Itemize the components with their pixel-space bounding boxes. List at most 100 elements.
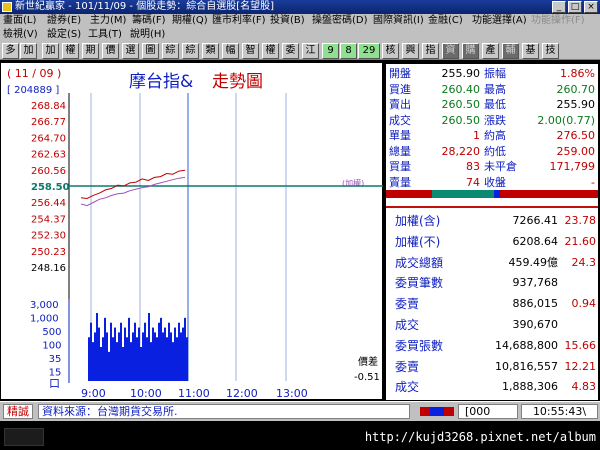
index-change: 0.94 bbox=[571, 297, 597, 311]
toolbar-button[interactable]: 多 bbox=[2, 43, 19, 59]
quote-row: 成交 260.50 漲跌 2.00(0.77) bbox=[386, 113, 598, 128]
quote-label: 賣量 bbox=[389, 175, 411, 189]
price-tick-label: 266.77 bbox=[31, 117, 66, 128]
quote-value: 260.50 bbox=[441, 98, 481, 111]
title-bar: 新世紀贏家 - 101/11/09 - 個股走勢：綜合自選股[名望股] _ □ … bbox=[0, 0, 600, 14]
menu-item-finance[interactable]: 金融(C) bbox=[428, 14, 463, 28]
toolbar-button[interactable]: 核 bbox=[382, 43, 399, 59]
toolbar-button[interactable]: 權 bbox=[262, 43, 279, 59]
spread-value: -0.51 bbox=[354, 372, 380, 383]
menu-item-screen[interactable]: 畫面(L) bbox=[3, 14, 36, 28]
toolbar-button[interactable]: 類 bbox=[202, 43, 219, 59]
minimize-button[interactable]: _ bbox=[552, 1, 566, 13]
toolbar-button[interactable]: 29 bbox=[358, 43, 380, 59]
index-change: 24.3 bbox=[571, 255, 597, 269]
quote-row: 賣量 74 收盤 - bbox=[386, 175, 598, 190]
quote-label: 最高 bbox=[484, 82, 506, 96]
menu-item-view[interactable]: 檢視(V) bbox=[3, 28, 38, 42]
quote-label: 約低 bbox=[484, 144, 506, 158]
clock: 10:55:43\ bbox=[521, 404, 598, 419]
time-label: 9:00 bbox=[81, 387, 106, 400]
market-index-panel: 加權(含) 7266.41 23.78 加權(不) 6208.64 21.60 成交總額 45… bbox=[386, 206, 598, 400]
menu-item-trading-code[interactable]: 操盤密碼(D) bbox=[312, 14, 368, 28]
toolbar-button[interactable]: 智 bbox=[242, 43, 259, 59]
toolbar-button[interactable]: 綜 bbox=[182, 43, 199, 59]
chart-canvas: ( 11 / 09 ) [ 204889 ] 摩台指& 走勢圖 (加權) 價差 … bbox=[7, 67, 383, 400]
toolbar-button[interactable]: 興 bbox=[402, 43, 419, 59]
toolbar-button[interactable]: 指 bbox=[422, 43, 439, 59]
quote-label: 單量 bbox=[389, 129, 411, 142]
time-label: 13:00 bbox=[276, 387, 308, 400]
flow-bar-segment bbox=[386, 190, 432, 198]
toolbar-button[interactable]: 加 bbox=[42, 43, 59, 59]
chart-title: 走勢圖 bbox=[212, 72, 263, 92]
broker-tag: 精誠 bbox=[3, 404, 33, 419]
close-button[interactable]: × bbox=[584, 1, 598, 13]
toolbar-button[interactable]: 委 bbox=[282, 43, 299, 59]
quote-value: 260.40 bbox=[441, 82, 481, 96]
menu-item-international[interactable]: 國際資訊(I) bbox=[373, 14, 424, 28]
menu-item-main-force[interactable]: 主力(M) bbox=[90, 14, 126, 28]
quote-row: 買進 260.40 最高 260.70 bbox=[386, 82, 598, 97]
menu-item-securities[interactable]: 證券(E) bbox=[47, 14, 81, 28]
menu-item-function-select[interactable]: 功能選擇(A) bbox=[472, 14, 527, 28]
index-change: 15.66 bbox=[564, 338, 597, 352]
toolbar-button[interactable]: 資 bbox=[442, 43, 459, 59]
index-change: 12.21 bbox=[564, 359, 597, 373]
maximize-button[interactable]: □ bbox=[568, 1, 582, 13]
quote-value: 1 bbox=[473, 129, 480, 142]
menu-item-futures-options[interactable]: 期權(Q) bbox=[172, 14, 208, 28]
toolbar-button[interactable]: 加 bbox=[20, 43, 37, 59]
toolbar-button[interactable]: 江 bbox=[302, 43, 319, 59]
index-row: 加權(含) 7266.41 23.78 bbox=[386, 210, 598, 232]
toolbar-button[interactable]: 購 bbox=[462, 43, 479, 59]
toolbar-button[interactable]: 綜 bbox=[162, 43, 179, 59]
menu-item-settings[interactable]: 設定(S) bbox=[47, 28, 81, 42]
intraday-chart[interactable]: ( 11 / 09 ) [ 204889 ] 摩台指& 走勢圖 (加權) 價差 … bbox=[0, 62, 383, 400]
start-button[interactable] bbox=[4, 428, 44, 446]
toolbar-button[interactable]: 幅 bbox=[222, 43, 239, 59]
status-bar: 精誠 資料來源：台灣期貨交易所. [000 10:55:43\ bbox=[0, 401, 600, 421]
quote-value: 255.90 bbox=[556, 98, 596, 111]
toolbar-button[interactable]: 技 bbox=[542, 43, 559, 59]
index-change: 21.60 bbox=[564, 234, 597, 248]
menu-item-help[interactable]: 說明(H) bbox=[130, 28, 165, 42]
time-label: 10:00 bbox=[130, 387, 162, 400]
index-label: 成交 bbox=[395, 318, 420, 332]
quote-value: 260.50 bbox=[441, 113, 481, 127]
menu-item-fx-rate[interactable]: 匯市利率(F) bbox=[212, 14, 266, 28]
toolbar-button[interactable]: 圖 bbox=[142, 43, 159, 59]
quote-value: 171,799 bbox=[549, 160, 596, 173]
toolbar-button[interactable]: 輔 bbox=[502, 43, 519, 59]
index-value: 886,015 bbox=[512, 297, 559, 311]
price-tick-label: 260.56 bbox=[31, 166, 66, 177]
menu-item-investment[interactable]: 投資(B) bbox=[270, 14, 305, 28]
flow-bar-segment bbox=[432, 190, 494, 198]
toolbar-button[interactable]: 基 bbox=[522, 43, 539, 59]
data-source: 資料來源：台灣期貨交易所. bbox=[38, 404, 410, 419]
quote-value: 260.70 bbox=[556, 82, 596, 96]
price-tick-label: 252.30 bbox=[31, 231, 66, 242]
index-change: 23.78 bbox=[564, 214, 597, 227]
toolbar: 多 加 加 權 期 價 選 圖 綜 綜 類 幅 智 權 委 江 9 8 29 核… bbox=[0, 42, 600, 60]
menu-item-chips[interactable]: 籌碼(F) bbox=[132, 14, 166, 28]
menu-item-function-ops[interactable]: 功能操作(F) bbox=[531, 14, 585, 28]
connection-indicator bbox=[420, 407, 454, 416]
menu-item-tools[interactable]: 工具(T) bbox=[88, 28, 122, 42]
volume-tick-label: 35 bbox=[49, 354, 62, 365]
index-value: 6208.64 bbox=[512, 234, 559, 248]
spread-label: 價差 bbox=[358, 355, 378, 368]
quote-value: 259.00 bbox=[556, 144, 596, 158]
toolbar-button[interactable]: 8 bbox=[340, 43, 357, 59]
price-tick-label: 258.50 bbox=[31, 182, 70, 193]
toolbar-button[interactable]: 期 bbox=[82, 43, 99, 59]
toolbar-button[interactable]: 權 bbox=[62, 43, 79, 59]
toolbar-button[interactable]: 9 bbox=[322, 43, 339, 59]
flow-bar-segment bbox=[500, 190, 598, 198]
toolbar-button[interactable]: 產 bbox=[482, 43, 499, 59]
quote-value: 1.86% bbox=[560, 67, 595, 80]
toolbar-button[interactable]: 價 bbox=[102, 43, 119, 59]
volume-tick-label: 1,000 bbox=[30, 314, 59, 325]
signal-bar bbox=[430, 407, 444, 416]
toolbar-button[interactable]: 選 bbox=[122, 43, 139, 59]
